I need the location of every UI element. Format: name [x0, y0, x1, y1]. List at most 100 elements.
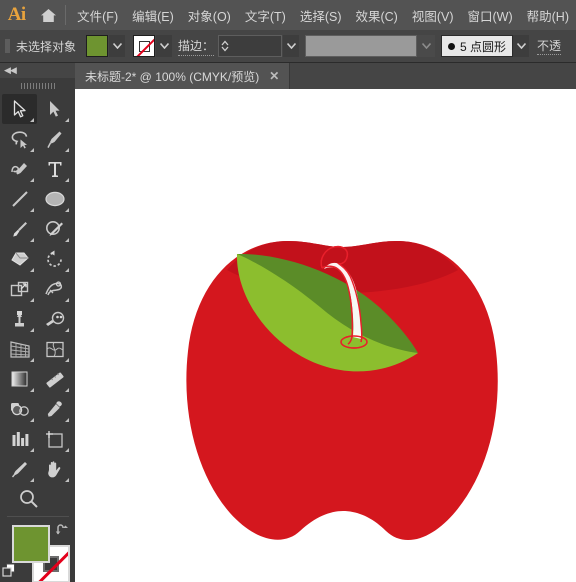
paintbrush-tool[interactable]	[2, 214, 37, 244]
tool-corner-indicator	[65, 448, 69, 452]
menu-item-edit[interactable]: 编辑(E)	[125, 3, 181, 28]
tool-corner-indicator	[65, 268, 69, 272]
tool-corner-indicator	[65, 238, 69, 242]
eraser-tool[interactable]	[2, 244, 37, 274]
tool-corner-indicator	[65, 208, 69, 212]
tool-corner-indicator	[30, 208, 34, 212]
stroke-profile-chevron-down-icon[interactable]	[417, 35, 436, 57]
stroke-color-control[interactable]	[133, 35, 173, 57]
fill-color-control[interactable]	[86, 35, 126, 57]
menu-bar: Ai 文件(F) 编辑(E) 对象(O) 文字(T) 选择(S) 效果(C) 视…	[0, 0, 576, 30]
tool-corner-indicator	[65, 328, 69, 332]
tool-corner-indicator	[65, 418, 69, 422]
shaper-tool[interactable]	[37, 214, 72, 244]
toolbar-fill-swatch[interactable]	[12, 525, 50, 563]
brush-dot-icon	[448, 42, 456, 50]
shape-builder-tool[interactable]	[37, 304, 72, 334]
control-bar-grip[interactable]	[3, 35, 12, 57]
tool-corner-indicator	[30, 238, 34, 242]
zoom-tool[interactable]	[2, 484, 72, 514]
mesh-tool[interactable]	[37, 334, 72, 364]
menu-item-view[interactable]: 视图(V)	[405, 3, 461, 28]
brush-definition-label: 5 点圆形	[460, 39, 507, 54]
scale-tool[interactable]	[2, 274, 37, 304]
menu-item-type[interactable]: 文字(T)	[238, 3, 293, 28]
brush-definition-control[interactable]: 5 点圆形	[441, 35, 530, 57]
tool-corner-indicator	[65, 148, 69, 152]
stroke-weight-label: 描边：	[178, 37, 215, 56]
tool-corner-indicator	[65, 118, 69, 122]
tool-corner-indicator	[30, 298, 34, 302]
free-transform-tool[interactable]	[2, 304, 37, 334]
document-tab[interactable]: 未标题-2* @ 100% (CMYK/预览) ✕	[75, 63, 291, 89]
tool-corner-indicator	[30, 148, 34, 152]
tool-corner-indicator	[65, 358, 69, 362]
fill-swatch[interactable]	[86, 35, 109, 57]
tool-corner-indicator	[30, 118, 34, 122]
menu-item-effect[interactable]: 效果(C)	[348, 3, 404, 28]
opacity-label: 不透	[537, 39, 562, 55]
tool-corner-indicator	[65, 388, 69, 392]
direct-selection-tool[interactable]	[37, 94, 72, 124]
gradient-tool[interactable]	[2, 364, 37, 394]
stroke-swatch-none-icon[interactable]	[133, 35, 156, 57]
type-tool[interactable]	[37, 154, 72, 184]
default-fill-stroke-icon[interactable]	[2, 563, 17, 582]
hand-tool[interactable]	[37, 454, 72, 484]
menu-item-object[interactable]: 对象(O)	[181, 3, 238, 28]
menu-item-file[interactable]: 文件(F)	[70, 3, 125, 28]
app-logo: Ai	[7, 4, 27, 25]
menu-item-select[interactable]: 选择(S)	[293, 3, 349, 28]
perspective-grid-tool[interactable]	[2, 334, 37, 364]
fill-stroke-controls	[0, 519, 75, 582]
fill-dropdown-chevron-down-icon[interactable]	[109, 35, 126, 57]
lasso-tool[interactable]	[2, 124, 37, 154]
ellipse-tool[interactable]	[37, 184, 72, 214]
selection-tool[interactable]	[2, 94, 37, 124]
tools-panel: ◀◀	[0, 63, 75, 582]
eyedropper-tool[interactable]	[37, 394, 72, 424]
control-bar: 未选择对象 描边： 5 点圆形 不透	[0, 30, 576, 63]
tools-panel-grip[interactable]	[0, 80, 75, 92]
artboard-tool[interactable]	[37, 424, 72, 454]
stroke-profile-input[interactable]	[305, 35, 418, 57]
apple-illustration	[186, 241, 498, 541]
menu-item-window[interactable]: 窗口(W)	[461, 3, 520, 28]
slice-tool[interactable]	[2, 454, 37, 484]
close-icon[interactable]: ✕	[269, 69, 279, 83]
stroke-weight-control[interactable]	[218, 35, 300, 57]
rotate-tool[interactable]	[37, 244, 72, 274]
measure-tool[interactable]	[37, 364, 72, 394]
curvature-tool[interactable]	[2, 154, 37, 184]
blend-tool[interactable]	[2, 394, 37, 424]
stroke-dropdown-chevron-down-icon[interactable]	[156, 35, 173, 57]
stroke-weight-input[interactable]	[230, 35, 283, 57]
brush-definition-chevron-down-icon[interactable]	[513, 35, 530, 57]
tool-corner-indicator	[30, 178, 34, 182]
tool-list	[2, 92, 74, 514]
home-icon[interactable]	[33, 0, 63, 30]
brush-definition-field[interactable]: 5 点圆形	[441, 35, 514, 57]
tool-corner-indicator	[30, 448, 34, 452]
selection-status-label: 未选择对象	[16, 39, 77, 54]
collapse-panel-icon[interactable]: ◀◀	[4, 65, 17, 76]
tool-corner-indicator	[30, 478, 34, 482]
document-tab-title: 未标题-2* @ 100% (CMYK/预览)	[85, 69, 260, 84]
line-segment-tool[interactable]	[2, 184, 37, 214]
width-tool[interactable]	[37, 274, 72, 304]
tool-corner-indicator	[30, 388, 34, 392]
menu-item-help[interactable]: 帮助(H)	[520, 3, 576, 28]
stroke-weight-stepper[interactable]	[218, 35, 231, 57]
tool-corner-indicator	[65, 478, 69, 482]
column-graph-tool[interactable]	[2, 424, 37, 454]
tool-corner-indicator	[30, 358, 34, 362]
pen-tool[interactable]	[37, 124, 72, 154]
tool-corner-indicator	[65, 178, 69, 182]
canvas-artboard[interactable]	[75, 89, 576, 582]
stroke-weight-chevron-down-icon[interactable]	[283, 35, 300, 57]
tool-corner-indicator	[30, 418, 34, 422]
swap-fill-stroke-icon[interactable]	[55, 523, 69, 542]
stroke-profile-control[interactable]	[305, 35, 436, 57]
menu-item-list: 文件(F) 编辑(E) 对象(O) 文字(T) 选择(S) 效果(C) 视图(V…	[70, 0, 576, 30]
tools-panel-header[interactable]: ◀◀	[0, 63, 75, 78]
